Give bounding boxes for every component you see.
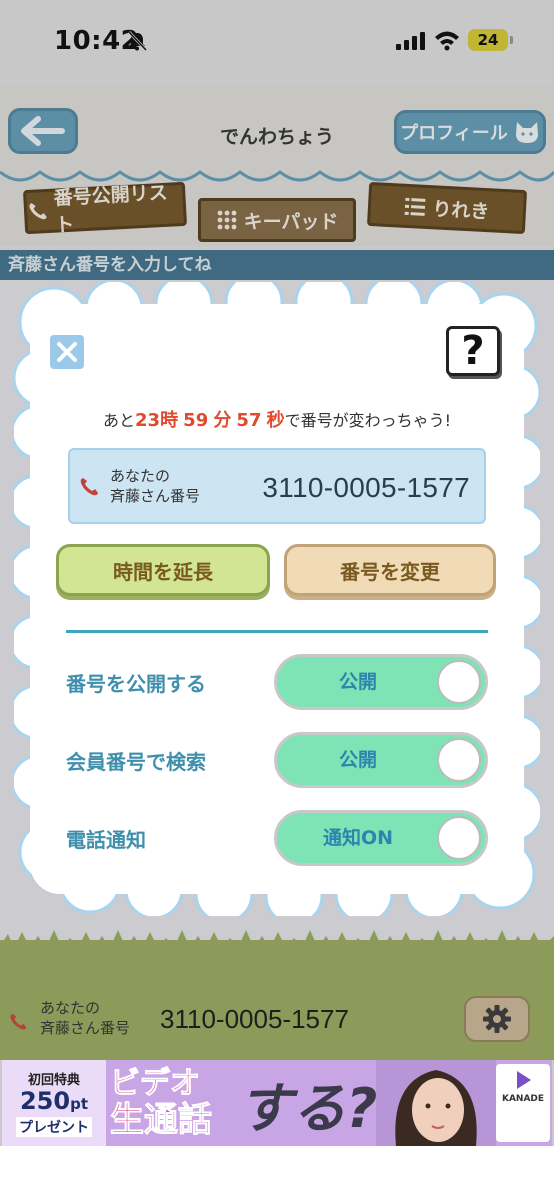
ad-headline: ビデオ 生通話 <box>110 1060 240 1146</box>
toggle-call-notification-text: 通知ON <box>322 827 394 849</box>
ad-points-value: 250 <box>19 1087 71 1115</box>
status-bar: 10:42 24 <box>0 0 554 86</box>
toggle-knob <box>437 660 481 704</box>
my-number-label-line1: あなたの <box>40 999 101 1017</box>
my-number-label: あなたの 斉藤さん番号 <box>40 998 130 1038</box>
wifi-icon <box>435 31 459 51</box>
countdown-hours: 23 <box>135 410 161 431</box>
profile-button-label: プロフィール <box>400 123 508 144</box>
tab-keypad-label: キーパッド <box>243 210 339 233</box>
close-icon <box>57 342 77 362</box>
ad-headline-line1: ビデオ <box>110 1066 201 1101</box>
phone-number-label-line1: あなたの <box>110 467 171 485</box>
phone-icon <box>29 203 47 220</box>
countdown-hours-unit: 時 <box>160 410 179 431</box>
toggle-knob <box>437 738 481 782</box>
phone-icon <box>80 478 98 496</box>
ad-present: プレゼント <box>16 1117 92 1137</box>
countdown-seconds-unit: 秒 <box>266 410 285 431</box>
instruction-bar: 斉藤さん番号を入力してね <box>0 250 554 280</box>
ad-promo-block: 初回特典 250pt プレゼント <box>2 1060 106 1146</box>
countdown-minutes-unit: 分 <box>213 410 232 431</box>
countdown-minutes: 59 <box>183 410 209 431</box>
phone-number-box: あなたの 斉藤さん番号 3110-0005-1577 <box>68 448 486 524</box>
ad-banner[interactable]: 初回特典 250pt プレゼント ビデオ 生通話 する? KANADE <box>2 1060 552 1146</box>
toggle-knob <box>437 816 481 860</box>
home-indicator-area <box>0 1146 554 1200</box>
cat-icon <box>515 122 538 143</box>
toggle-public-number-text: 公開 <box>338 671 377 693</box>
profile-button[interactable]: プロフィール <box>394 110 546 154</box>
toggle-member-search-text: 公開 <box>338 749 377 771</box>
close-button[interactable] <box>50 335 84 369</box>
phone-number-label: あなたの 斉藤さん番号 <box>110 466 200 506</box>
play-logo-icon <box>517 1071 531 1089</box>
countdown-suffix: で番号が変わっちゃう! <box>284 411 451 430</box>
list-icon <box>405 197 426 216</box>
ad-person-image <box>376 1060 496 1146</box>
toggle-member-search[interactable]: 公開 <box>274 732 488 788</box>
phone-icon <box>10 1013 27 1030</box>
tab-keypad[interactable]: キーパッド <box>198 198 356 242</box>
keypad-icon <box>217 210 236 230</box>
ad-brand-logo: KANADE <box>496 1064 550 1142</box>
app-header: でんわちょう プロフィール 番号公開リスト キーパッド りれき <box>0 86 554 246</box>
ad-brand-name: KANADE <box>501 1094 545 1104</box>
setting-label-member-search: 会員番号で検索 <box>66 750 206 774</box>
battery-indicator: 24 <box>468 29 513 51</box>
countdown-text: あと23時 59 分 57 秒で番号が変わっちゃう! <box>0 406 554 432</box>
ad-points-unit: pt <box>70 1095 89 1113</box>
countdown-seconds: 57 <box>236 410 262 431</box>
countdown-prefix: あと <box>103 411 136 430</box>
cellular-signal-icon <box>396 32 425 50</box>
phone-number-label-line2: 斉藤さん番号 <box>110 487 201 505</box>
ad-first-bonus: 初回特典 <box>27 1073 80 1088</box>
my-number-value: 3110-0005-1577 <box>160 1004 349 1034</box>
help-button[interactable]: ? <box>446 326 500 376</box>
ad-headline-line2: 生通話 <box>110 1100 213 1140</box>
tab-history[interactable]: りれき <box>366 181 528 235</box>
toggle-public-number[interactable]: 公開 <box>274 654 488 710</box>
tab-history-label: りれき <box>431 197 490 223</box>
ad-points: 250pt <box>20 1088 88 1117</box>
extend-time-button[interactable]: 時間を延長 <box>56 544 270 596</box>
gear-icon <box>483 1005 511 1033</box>
divider <box>66 630 488 633</box>
setting-label-call-notification: 電話通知 <box>66 828 146 852</box>
bell-muted-icon <box>127 30 148 52</box>
my-number-bar: あなたの 斉藤さん番号 3110-0005-1577 <box>0 992 554 1052</box>
change-number-button[interactable]: 番号を変更 <box>284 544 496 596</box>
phone-number-value: 3110-0005-1577 <box>262 472 470 503</box>
setting-label-public-number: 番号を公開する <box>66 672 206 696</box>
ad-tagline: する? <box>238 1077 378 1140</box>
toggle-call-notification[interactable]: 通知ON <box>274 810 488 866</box>
tab-public-list-label: 番号公開リスト <box>53 181 169 237</box>
settings-button[interactable] <box>464 996 530 1042</box>
tab-public-list[interactable]: 番号公開リスト <box>22 182 188 237</box>
my-number-label-line2: 斉藤さん番号 <box>40 1019 131 1037</box>
